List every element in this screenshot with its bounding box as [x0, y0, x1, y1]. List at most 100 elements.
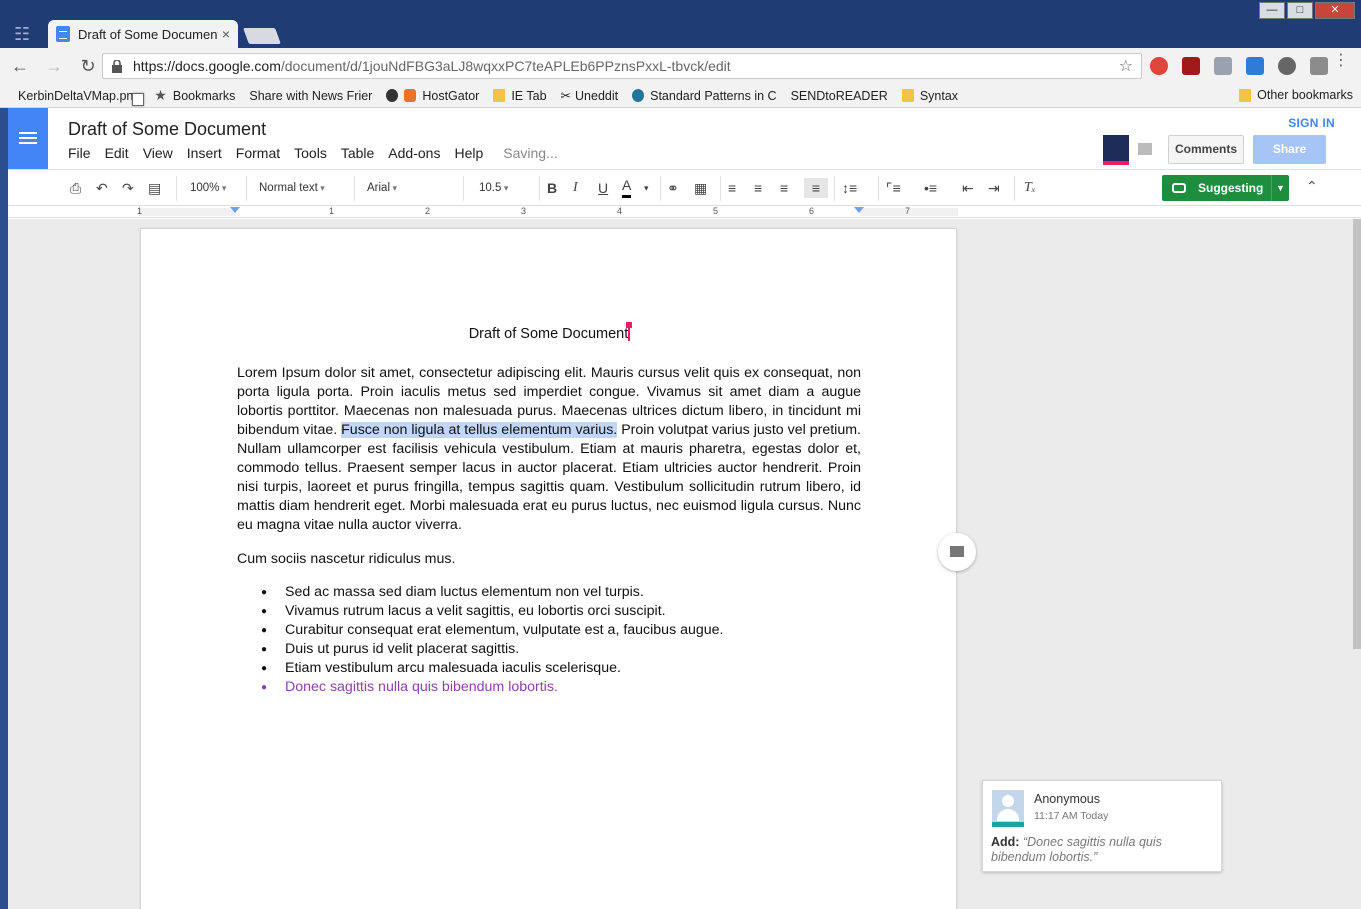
suggesting-mode-button[interactable]: Suggesting ▼ [1162, 175, 1289, 201]
reload-icon[interactable]: ↻ [74, 56, 102, 77]
text-color-button[interactable]: A [622, 178, 632, 198]
list-item[interactable]: Vivamus rutrum lacus a velit sagittis, e… [237, 602, 861, 621]
tab-close-button[interactable]: × [222, 26, 230, 42]
suggestion-comment-card[interactable]: Anonymous 11:17 AM Today Add: “Donec sag… [982, 780, 1222, 872]
link-icon[interactable]: ⚭ [667, 178, 679, 198]
comment-author: Anonymous [1034, 792, 1101, 806]
folder-icon [1239, 88, 1252, 102]
list-item[interactable]: Curabitur consequat erat elementum, vulp… [237, 621, 861, 640]
decrease-indent-icon[interactable]: ⇤ [962, 178, 974, 198]
extension-icon-grey[interactable] [1214, 57, 1232, 75]
chevron-down-icon[interactable]: ▾ [644, 178, 649, 198]
scrollbar[interactable] [1353, 219, 1361, 649]
increase-indent-icon[interactable]: ⇥ [988, 178, 1000, 198]
comment-body: Add: “Donec sagittis nulla quis bibendum… [991, 835, 1215, 865]
comments-button[interactable]: Comments [1168, 135, 1244, 164]
browser-menu-icon[interactable]: ⋮ [1333, 53, 1349, 69]
comment-icon [950, 546, 964, 557]
document-page[interactable]: Draft of Some Document Lorem Ipsum dolor… [140, 228, 957, 909]
line-spacing-icon[interactable]: ↕≡ [842, 178, 857, 198]
ublock-icon[interactable] [1182, 57, 1200, 75]
menu-insert[interactable]: Insert [187, 145, 222, 161]
align-left-icon[interactable]: ≡ [728, 178, 736, 198]
bullet-list[interactable]: Sed ac massa sed diam luctus elementum n… [237, 583, 861, 697]
bookmark-item[interactable]: ★ Bookmarks [154, 88, 235, 103]
cpanel-icon [404, 89, 417, 102]
menu-tools[interactable]: Tools [294, 145, 327, 161]
extension-icon-blue[interactable] [1246, 57, 1264, 75]
share-button[interactable]: Share [1253, 135, 1326, 164]
google-docs-icon [56, 26, 70, 42]
menu-table[interactable]: Table [341, 145, 374, 161]
folder-icon [493, 89, 506, 102]
style-select[interactable]: Normal text [259, 178, 325, 198]
bookmark-item[interactable]: IE Tab [493, 89, 547, 103]
align-right-icon[interactable]: ≡ [780, 178, 788, 198]
docs-home-icon[interactable] [8, 108, 48, 169]
browser-tab[interactable]: Draft of Some Document × [48, 20, 238, 48]
bookmark-star-icon[interactable]: ☆ [1119, 56, 1133, 76]
extension-icon-red[interactable] [1150, 57, 1168, 75]
chat-icon[interactable] [1138, 143, 1152, 155]
list-item[interactable]: Etiam vestibulum arcu malesuada iaculis … [237, 659, 861, 678]
menu-view[interactable]: View [143, 145, 173, 161]
menu-format[interactable]: Format [236, 145, 280, 161]
address-bar[interactable]: https://docs.google.com/document/d/1jouN… [102, 53, 1142, 79]
italic-button[interactable]: I [573, 178, 578, 198]
bookmark-item[interactable]: Syntax [901, 89, 958, 103]
print-icon[interactable]: ⎙ [70, 178, 81, 198]
bookmark-item[interactable]: HostGator [386, 89, 479, 103]
folder-icon [901, 89, 914, 102]
undo-icon[interactable]: ↶ [96, 178, 108, 198]
right-indent-marker[interactable] [854, 207, 864, 213]
menu-help[interactable]: Help [454, 145, 483, 161]
bookmark-item[interactable]: Standard Patterns in C [632, 89, 777, 103]
menu-edit[interactable]: Edit [105, 145, 129, 161]
align-center-icon[interactable]: ≡ [754, 178, 762, 198]
font-select[interactable]: Arial [367, 178, 449, 198]
extension-icon-s[interactable] [1310, 57, 1328, 75]
ruler[interactable]: 1 1 2 3 4 5 6 7 [8, 206, 1361, 218]
back-icon[interactable]: ← [6, 56, 34, 77]
align-justify-icon[interactable]: ≡ [804, 178, 828, 198]
font-size-select[interactable]: 10.5 [479, 178, 508, 198]
forward-icon[interactable]: → [40, 56, 68, 77]
apps-icon[interactable]: ☷ [14, 24, 30, 45]
body-paragraph[interactable]: Cum sociis nascetur ridiculus mus. [237, 550, 861, 569]
paint-format-icon[interactable]: ▤ [148, 178, 161, 198]
bookmark-item[interactable]: ✂ Uneddit [132, 88, 618, 106]
redo-icon[interactable]: ↷ [122, 178, 134, 198]
suggestion-action: Add: [991, 835, 1020, 849]
list-item[interactable]: Sed ac massa sed diam luctus elementum n… [237, 583, 861, 602]
collapse-menu-icon[interactable]: ⌃ [1306, 178, 1318, 195]
new-tab-button[interactable] [243, 28, 281, 44]
other-bookmarks[interactable]: Other bookmarks [1239, 88, 1353, 102]
bulleted-list-icon[interactable]: •≡ [924, 178, 937, 198]
body-paragraph[interactable]: Lorem Ipsum dolor sit amet, consectetur … [237, 364, 861, 535]
sign-in-link[interactable]: SIGN IN [1288, 116, 1335, 130]
add-comment-button[interactable] [938, 533, 976, 571]
bookmark-item[interactable]: SENDtoREADER [132, 89, 888, 106]
document-title[interactable]: Draft of Some Document [68, 119, 266, 140]
clear-formatting-icon[interactable]: Tₓ [1024, 178, 1036, 198]
window-close-button[interactable]: ✕ [1315, 2, 1355, 19]
bookmark-item[interactable]: Share with News Frier [132, 89, 372, 106]
zoom-select[interactable]: 100% [190, 178, 226, 198]
bold-button[interactable]: B [547, 178, 557, 198]
menu-addons[interactable]: Add-ons [388, 145, 440, 161]
left-indent-marker[interactable] [230, 207, 240, 213]
insert-comment-icon[interactable]: ▦ [694, 178, 707, 198]
minimize-button[interactable]: — [1259, 2, 1285, 19]
menu-file[interactable]: File [68, 145, 91, 161]
underline-button[interactable]: U [598, 178, 608, 198]
numbered-list-icon[interactable]: ⌜≡ [886, 178, 901, 198]
maximize-button[interactable]: □ [1287, 2, 1313, 19]
extension-icon-dark[interactable] [1278, 57, 1296, 75]
suggested-list-item[interactable]: Donec sagittis nulla quis bibendum lobor… [237, 678, 861, 697]
chevron-down-icon[interactable]: ▼ [1271, 175, 1289, 201]
avatar[interactable] [1103, 135, 1129, 165]
document-heading[interactable]: Draft of Some Document [141, 322, 958, 342]
ruler-number: 7 [905, 206, 911, 216]
list-item[interactable]: Duis ut purus id velit placerat sagittis… [237, 640, 861, 659]
bookmark-item[interactable]: KerbinDeltaVMap.png [18, 89, 144, 106]
